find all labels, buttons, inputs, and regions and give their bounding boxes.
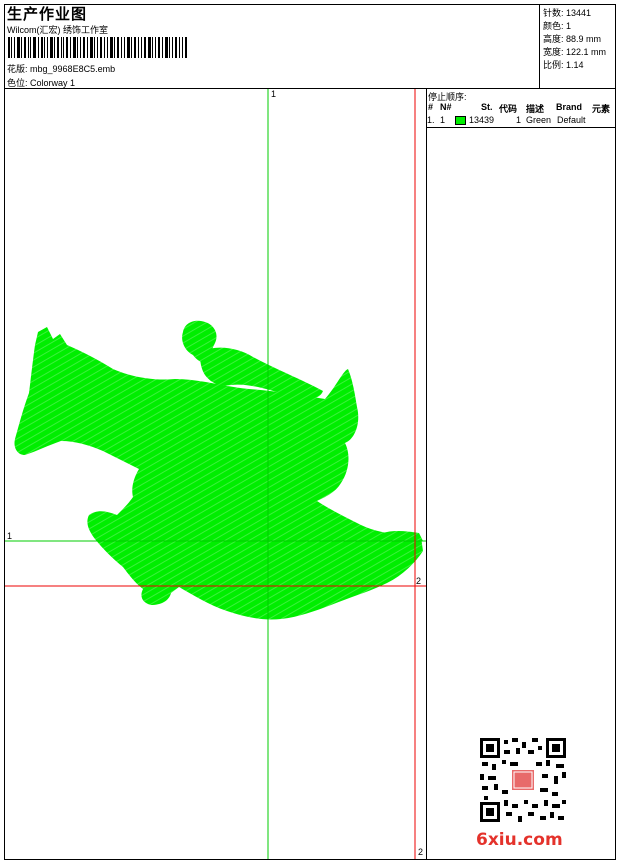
col-no: N# [440, 102, 452, 112]
col-brand: Brand [556, 102, 583, 112]
color-swatch [455, 116, 466, 125]
panel-divider [426, 88, 427, 860]
stat-width: 宽度: 122.1 mm [543, 47, 607, 57]
row-brand: Default [557, 115, 586, 125]
colorway-label: 色位: [7, 78, 28, 88]
studio-name: Wilcom(汇宏) 绣饰工作室 [7, 25, 108, 35]
stat-scale: 比例: 1.14 [543, 60, 584, 70]
guide-marker-bottom: 2 [418, 847, 424, 857]
stop-sequence-table: # N# St. 代码 描述 Brand 元素 1. 1 13439 1 Gre… [426, 101, 616, 128]
row-code: 1 [516, 115, 522, 125]
stat-height: 高度: 88.9 mm [543, 34, 602, 44]
row-desc: Green [526, 115, 552, 125]
colorway-name: Colorway 1 [30, 78, 76, 88]
row-no: 1 [440, 115, 446, 125]
table-row: 1. 1 13439 1 Green Default [426, 114, 616, 127]
horse-rider-embroidery [14, 320, 424, 620]
stat-stitch-count: 针数: 13441 [543, 8, 592, 18]
barcode [8, 37, 187, 58]
qr-code [480, 738, 566, 822]
col-stitches: St. [481, 102, 493, 112]
row-idx: 1. [427, 115, 435, 125]
table-header: # N# St. 代码 描述 Brand 元素 [426, 101, 616, 114]
design-file-line: 花版: mbg_9968E8C5.emb [7, 62, 115, 75]
stat-colors: 颜色: 1 [543, 21, 572, 31]
design-file-label: 花版: [7, 64, 28, 74]
guide-marker-left: 1 [7, 531, 13, 541]
row-stitches: 13439 [469, 115, 495, 125]
design-file-name: mbg_9968E8C5.emb [30, 64, 116, 74]
watermark: 6xiu.com [476, 830, 563, 850]
guide-marker-right: 2 [416, 576, 422, 586]
stats-box: 针数: 13441 颜色: 1 高度: 88.9 mm 宽度: 122.1 mm… [539, 4, 616, 88]
page-title: 生产作业图 [7, 6, 88, 23]
design-area: 1 1 2 2 [5, 89, 426, 859]
design-canvas [5, 89, 426, 859]
guide-marker-top: 1 [271, 89, 277, 99]
col-idx: # [428, 102, 434, 112]
